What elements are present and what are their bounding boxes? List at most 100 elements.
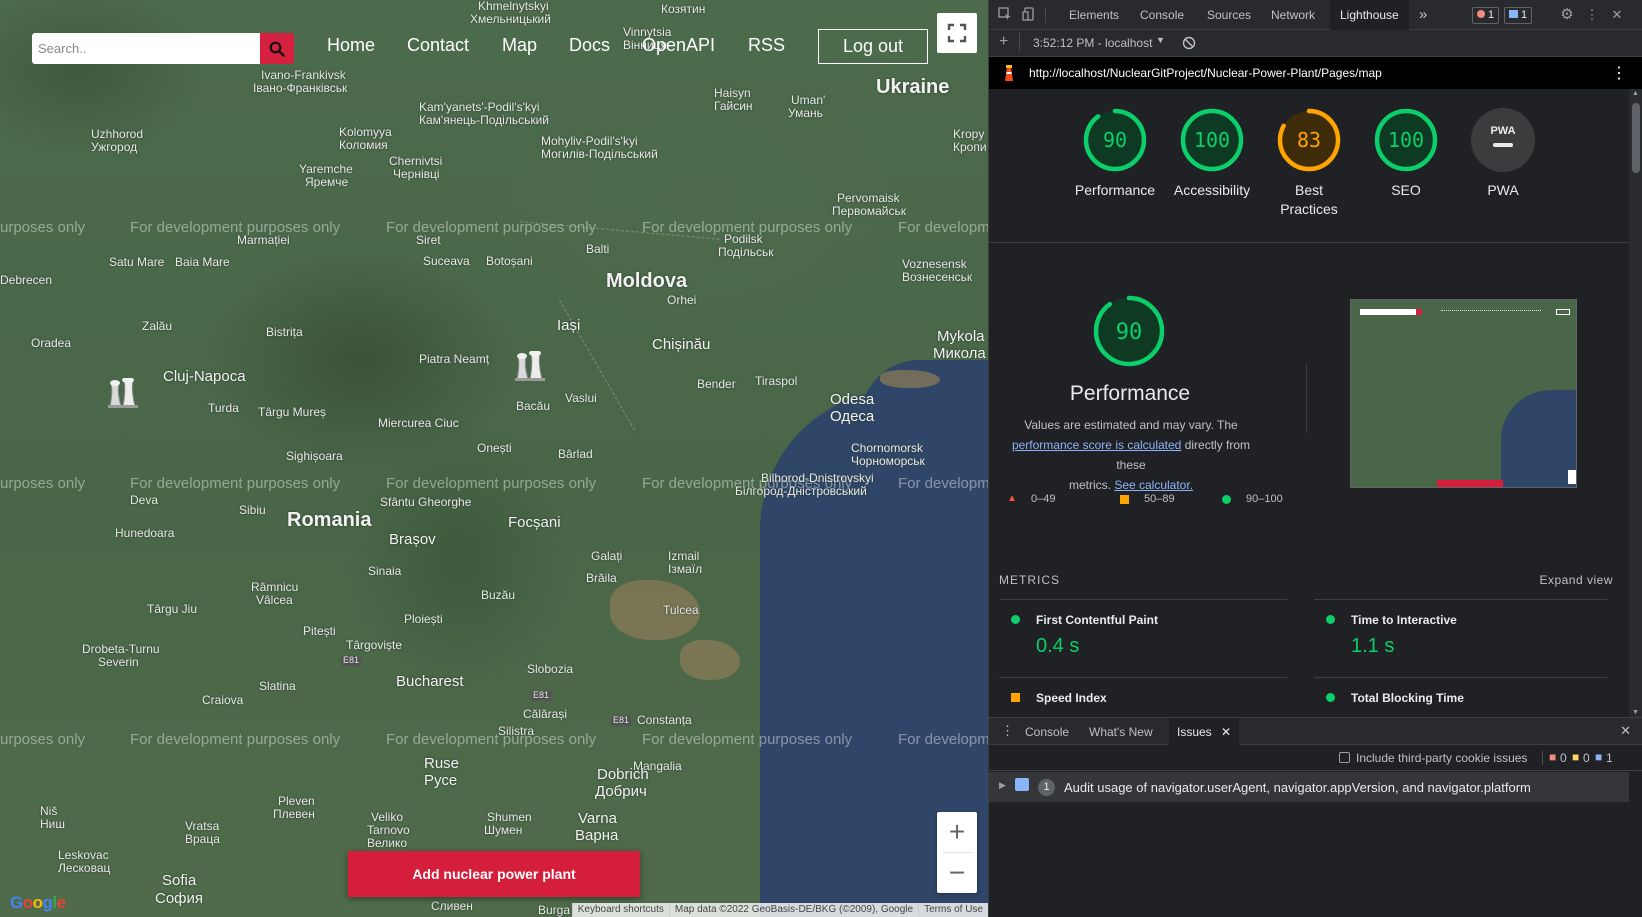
tab-network[interactable]: Network	[1271, 0, 1315, 30]
nav-rss[interactable]: RSS	[748, 35, 785, 56]
score-gauge-seo[interactable]: 100 SEO	[1360, 107, 1452, 200]
nav-docs[interactable]: Docs	[569, 35, 610, 56]
report-scrollbar[interactable]: ▲ ▼	[1629, 89, 1642, 717]
label-oradea: Oradea	[31, 336, 72, 350]
expand-view-toggle[interactable]: Expand view	[1539, 573, 1613, 587]
road-shield: E81	[341, 655, 362, 666]
label-izmail-cyr: Ізмаїл	[668, 562, 703, 576]
search-button[interactable]	[260, 33, 294, 64]
score-gauge-accessibility[interactable]: 100 Accessibility	[1166, 107, 1258, 200]
label-yaremche-cyr: Яремче	[305, 175, 349, 189]
score-gauge-performance[interactable]: 90 Performance	[1069, 107, 1161, 200]
close-devtools-icon[interactable]: ✕	[1609, 7, 1625, 23]
metric-name: Time to Interactive	[1351, 613, 1457, 627]
label-kolomyya-cyr: Коломия	[339, 138, 388, 152]
pass-circle-icon	[1222, 495, 1231, 504]
settings-gear-icon[interactable]: ⚙	[1559, 7, 1575, 23]
label-targoviste: Târgoviște	[346, 638, 403, 652]
expand-arrow-icon[interactable]: ▶	[999, 780, 1006, 791]
audited-url[interactable]: http://localhost/NuclearGitProject/Nucle…	[1029, 66, 1382, 80]
drawer-menu-icon[interactable]: ⋮	[1001, 723, 1014, 739]
label-craiova: Craiova	[202, 693, 244, 707]
close-tab-icon[interactable]: ✕	[1221, 725, 1231, 739]
report-selector[interactable]: 3:52:12 PM - localhost	[1033, 36, 1152, 50]
issue-count-badge: 1	[1038, 779, 1055, 796]
nav-home[interactable]: Home	[327, 35, 375, 56]
score-gauge-pwa[interactable]: PWA PWA	[1457, 107, 1549, 200]
terms-link[interactable]: Terms of Use	[918, 903, 988, 917]
toolbar-divider	[1045, 7, 1046, 23]
dropdown-icon[interactable]: ▼	[1156, 35, 1165, 45]
fullscreen-button[interactable]	[937, 13, 977, 53]
scroll-up-icon[interactable]: ▲	[1632, 90, 1639, 97]
label-chisinau: Chișinău	[652, 336, 711, 353]
new-report-button[interactable]: +	[999, 33, 1008, 51]
nav-map[interactable]: Map	[502, 35, 537, 56]
nuclear-plant-marker-icon[interactable]	[106, 378, 144, 408]
desc-text: Values are estimated and may vary. The	[1024, 418, 1238, 432]
issue-item[interactable]: ▶ 1 Audit usage of navigator.userAgent, …	[989, 772, 1629, 802]
nav-openapi[interactable]: OpenAPI	[642, 35, 715, 56]
toolbar-divider	[1019, 33, 1020, 51]
drawer-tab-issues[interactable]: Issues ✕	[1169, 718, 1240, 745]
metrics-heading: METRICS	[999, 573, 1060, 587]
label-turda: Turda	[208, 401, 239, 415]
watermark: For development purposes only	[130, 219, 341, 236]
zoom-in-button[interactable]: +	[937, 812, 977, 852]
gauge-label: Best Practices	[1280, 182, 1338, 217]
metrics-divider	[1314, 677, 1607, 678]
more-tabs-button[interactable]: »	[1419, 0, 1427, 30]
scroll-down-icon[interactable]: ▼	[1632, 709, 1639, 716]
label-debrecen: Debrecen	[0, 273, 53, 287]
logout-button[interactable]: Log out	[818, 29, 928, 64]
label-onesti: Onești	[477, 441, 512, 455]
label-sighisoara: Sighișoara	[286, 449, 343, 463]
devtools-panel: Elements Console Sources Network Lightho…	[988, 0, 1642, 917]
nuclear-plant-marker-icon[interactable]	[513, 351, 551, 381]
close-drawer-icon[interactable]: ✕	[1620, 723, 1631, 739]
add-nuclear-plant-button[interactable]: Add nuclear power plant	[348, 851, 640, 897]
drawer-tab-whats-new[interactable]: What's New	[1089, 725, 1153, 739]
thumb-add-button	[1437, 480, 1503, 487]
see-calculator-link[interactable]: See calculator.	[1114, 478, 1193, 492]
score-gauge-best-practices[interactable]: 83 Best Practices	[1263, 107, 1355, 219]
final-screenshot-thumbnail[interactable]	[1350, 299, 1577, 488]
label-silistra: Silistra	[498, 724, 535, 738]
desc-text: metrics.	[1068, 478, 1115, 492]
label-haisyn-cyr: Гайсин	[714, 99, 753, 113]
gauge-ring: 83	[1277, 108, 1341, 172]
tab-sources[interactable]: Sources	[1207, 0, 1251, 30]
tab-console[interactable]: Console	[1140, 0, 1184, 30]
error-count-badge[interactable]: 1	[1472, 7, 1500, 24]
more-options-icon[interactable]: ⋮	[1584, 7, 1600, 23]
pwa-badge-icon: PWA	[1471, 108, 1535, 172]
tab-lighthouse[interactable]: Lighthouse	[1330, 0, 1409, 30]
label-mykola-cyr: Микола	[933, 345, 986, 362]
tab-elements[interactable]: Elements	[1069, 0, 1119, 30]
inspect-element-icon[interactable]	[997, 7, 1013, 23]
gauge-score: 100	[1194, 128, 1230, 152]
legend-fail: 0–49	[1031, 493, 1056, 505]
label-varna-cyr: Варна	[575, 827, 619, 844]
label-botosani: Botoșani	[486, 254, 533, 268]
device-toolbar-icon[interactable]	[1021, 7, 1037, 23]
drawer-tab-console[interactable]: Console	[1025, 725, 1069, 739]
keyboard-shortcuts-link[interactable]: Keyboard shortcuts	[571, 903, 669, 917]
label-satu-mare: Satu Mare	[109, 255, 165, 269]
search-input[interactable]	[32, 33, 260, 64]
message-count-badge[interactable]: 1	[1504, 7, 1533, 24]
label-pitesti: Pitești	[303, 624, 336, 638]
zoom-out-button[interactable]: −	[937, 853, 977, 893]
label-odesa: Odesa	[830, 391, 875, 408]
map-view[interactable]: urposes only For development purposes on…	[0, 0, 988, 917]
clear-icon[interactable]	[1182, 36, 1196, 50]
score-calculated-link[interactable]: performance score is calculated	[1012, 438, 1181, 452]
third-party-checkbox[interactable]	[1339, 752, 1350, 763]
report-menu-icon[interactable]: ⋮	[1611, 63, 1627, 83]
error-icon	[1477, 10, 1485, 18]
label-kropyv-cyr: Кропи	[953, 140, 987, 154]
toolbar-divider	[1542, 751, 1543, 765]
google-logo[interactable]: Google	[10, 893, 66, 913]
nav-contact[interactable]: Contact	[407, 35, 469, 56]
scrollbar-thumb[interactable]	[1632, 103, 1640, 173]
